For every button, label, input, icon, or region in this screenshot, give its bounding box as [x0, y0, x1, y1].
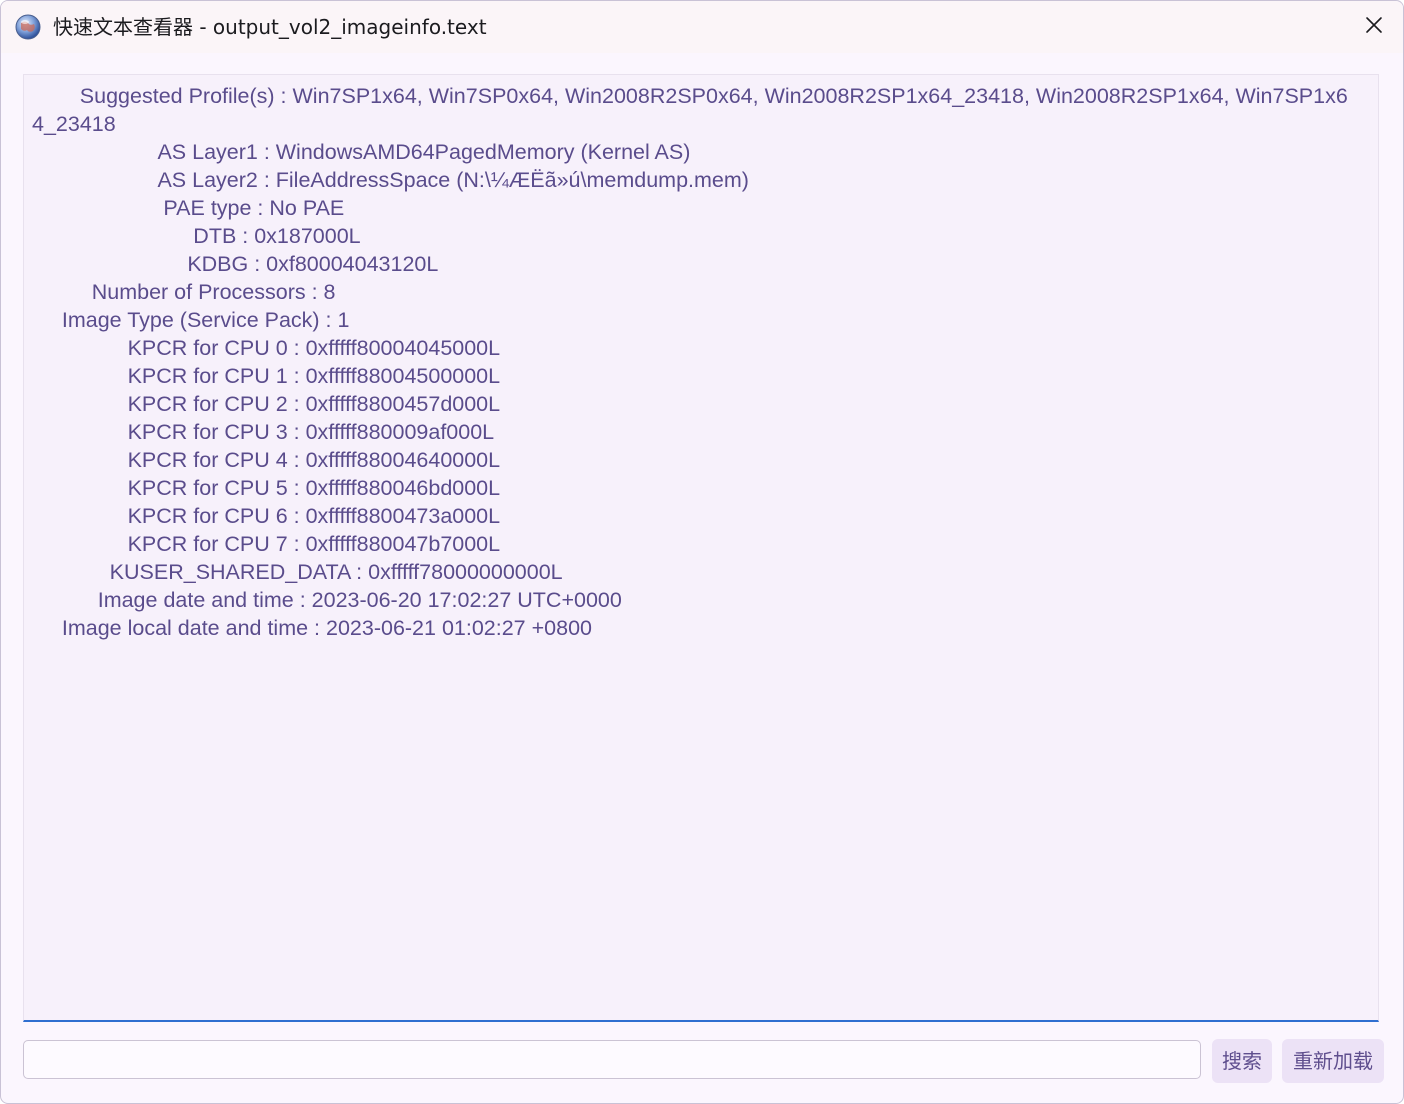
title-bar[interactable]: 快速文本查看器 - output_vol2_imageinfo.text [1, 1, 1403, 53]
search-input[interactable] [23, 1040, 1201, 1079]
reload-button[interactable]: 重新加载 [1282, 1039, 1384, 1083]
text-viewer[interactable]: Suggested Profile(s) : Win7SP1x64, Win7S… [23, 74, 1379, 1022]
globe-app-icon [15, 14, 41, 40]
close-icon [1365, 16, 1383, 38]
app-window: 快速文本查看器 - output_vol2_imageinfo.text Sug… [0, 0, 1404, 1104]
search-button[interactable]: 搜索 [1212, 1039, 1272, 1083]
window-title: 快速文本查看器 - output_vol2_imageinfo.text [53, 15, 487, 39]
file-content[interactable]: Suggested Profile(s) : Win7SP1x64, Win7S… [32, 82, 1358, 642]
close-button[interactable] [1345, 1, 1403, 53]
